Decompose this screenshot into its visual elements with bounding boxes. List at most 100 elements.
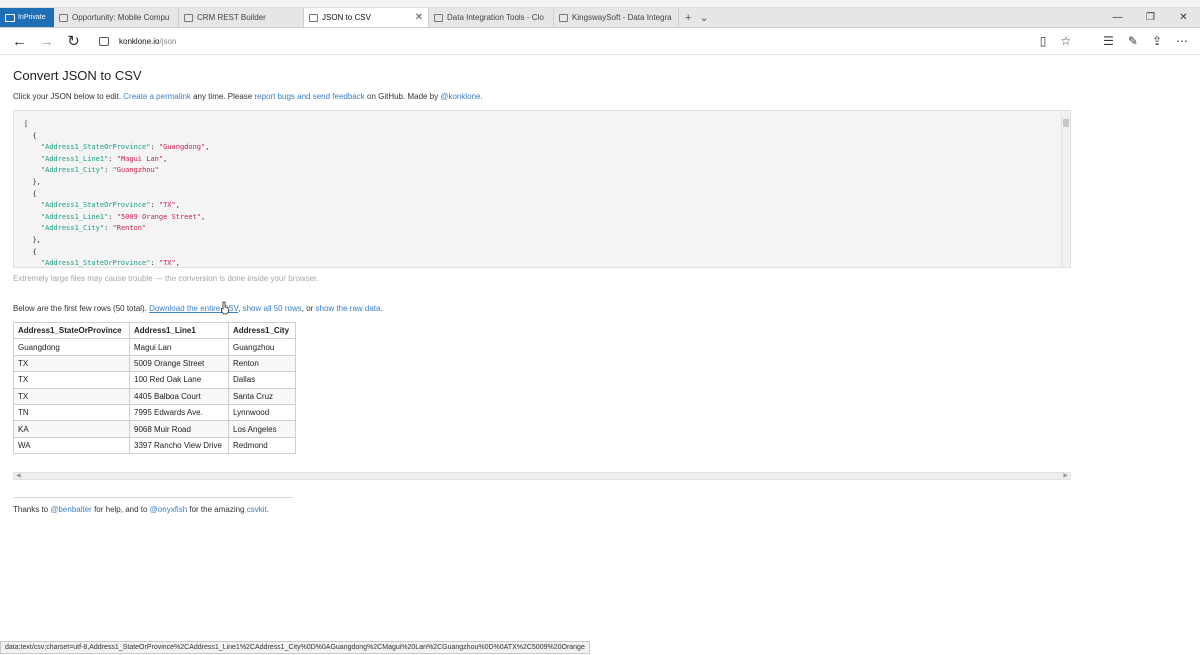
table-cell: 7995 Edwards Ave. — [129, 403, 229, 422]
table-cell: Guangzhou — [228, 338, 296, 356]
json-value: "Renton" — [112, 224, 147, 233]
page-content: Convert JSON to CSV Click your JSON belo… — [13, 55, 1073, 514]
web-note-icon[interactable]: ✎ — [1128, 34, 1138, 48]
editor-scrollbar[interactable] — [1061, 111, 1070, 267]
table-cell: Dallas — [228, 371, 296, 389]
json-value: "5009 Orange Street" — [116, 212, 202, 221]
rows-note-part: , or — [301, 304, 316, 313]
json-token: , — [175, 259, 180, 268]
table-cell: Redmond — [228, 436, 296, 455]
json-token: : — [150, 259, 159, 268]
table-header-row: Address1_StateOrProvince Address1_Line1 … — [13, 321, 296, 340]
code-line: { — [24, 247, 1070, 259]
forward-arrow-icon[interactable]: → — [33, 33, 60, 50]
table-cell: 5009 Orange Street — [129, 354, 229, 373]
table-row: TN 7995 Edwards Ave. Lynnwood — [13, 403, 296, 422]
show-raw-data-link[interactable]: show the raw data — [316, 304, 381, 313]
json-key: "Address1_StateOrProvince" — [40, 259, 151, 268]
tab-opportunity[interactable]: Opportunity: Mobile Compu — [54, 8, 179, 27]
back-arrow-icon[interactable]: ← — [6, 33, 33, 50]
tab-data-integration-tools[interactable]: Data Integration Tools - Clo — [429, 8, 554, 27]
csvkit-link[interactable]: csvkit — [247, 505, 267, 514]
tab-title: CRM REST Builder — [197, 13, 266, 22]
table-cell: 3397 Rancho View Drive — [129, 436, 229, 455]
scroll-left-icon[interactable]: ◀ — [16, 472, 21, 479]
create-permalink-link[interactable]: Create a permalink — [123, 92, 191, 101]
table-cell: TX — [13, 387, 130, 405]
json-editor[interactable]: [ { "Address1_StateOrProvince": "Guangdo… — [13, 110, 1071, 268]
csv-preview-table: Address1_StateOrProvince Address1_Line1 … — [13, 321, 296, 455]
code-line: "Address1_StateOrProvince": "Guangdong", — [24, 142, 1070, 154]
json-token: : — [104, 166, 113, 175]
restore-icon[interactable]: ❐ — [1134, 12, 1167, 23]
json-token: { — [32, 131, 37, 140]
intro-text-part: . — [480, 92, 483, 101]
code-line: }, — [24, 235, 1070, 247]
tab-bar: InPrivate Opportunity: Mobile Compu CRM … — [0, 8, 1200, 28]
address-input[interactable]: konklone.io/json — [119, 37, 1039, 46]
json-token: , — [163, 154, 168, 163]
table-row: TX 5009 Orange Street Renton — [13, 354, 296, 373]
intro-text-part: any time. Please — [190, 92, 255, 101]
link-status-bar: data:text/csv;charset=utf-8,Address1_Sta… — [0, 641, 590, 654]
chevron-down-icon[interactable]: ⌄ — [699, 11, 708, 24]
more-icon[interactable]: ⋯ — [1176, 34, 1188, 48]
tab-crm-rest-builder[interactable]: CRM REST Builder — [179, 8, 304, 27]
tab-title: Data Integration Tools - Clo — [447, 13, 544, 22]
lock-icon — [99, 36, 109, 46]
tab-actions: + ⌄ — [679, 8, 709, 27]
show-all-rows-link[interactable]: show all 50 rows — [243, 304, 302, 313]
json-key: "Address1_Line1" — [40, 212, 109, 221]
inprivate-label: InPrivate — [18, 14, 46, 21]
json-code[interactable]: [ { "Address1_StateOrProvince": "Guangdo… — [14, 111, 1070, 268]
page-icon — [309, 13, 318, 22]
url-host: konklone.io — [119, 36, 160, 46]
reading-view-icon[interactable]: ▯ — [1040, 34, 1047, 48]
json-token: }, — [32, 235, 41, 244]
close-icon[interactable]: ✕ — [415, 12, 423, 23]
column-header: Address1_StateOrProvince — [13, 321, 130, 340]
table-cell: Renton — [228, 354, 296, 373]
favorite-star-icon[interactable]: ☆ — [1060, 34, 1071, 48]
tab-kingswaysoft[interactable]: KingswaySoft - Data Integra — [554, 8, 679, 27]
intro-text-part: Click your JSON below to edit. — [13, 92, 124, 101]
horizontal-scrollbar[interactable]: ◀ ▶ — [13, 472, 1071, 481]
page-icon — [434, 13, 443, 22]
scrollbar-thumb[interactable] — [1063, 119, 1069, 127]
share-icon[interactable]: ⇪ — [1152, 34, 1162, 48]
browser-window: InPrivate Opportunity: Mobile Compu CRM … — [0, 0, 1200, 655]
footer-text: Thanks to @benbalter for help, and to @o… — [13, 505, 1073, 514]
table-cell: Santa Cruz — [228, 387, 296, 405]
close-window-icon[interactable]: ✕ — [1167, 12, 1200, 23]
json-token: : — [104, 224, 113, 233]
hub-icon[interactable]: ☰ — [1103, 34, 1114, 48]
code-line: "Address1_Line1": "5009 Orange Street", — [24, 212, 1070, 224]
author-link[interactable]: @konklone — [440, 92, 480, 101]
json-value: "TX" — [158, 259, 176, 268]
browser-toolbar: ▯ ☆ ☰ ✎ ⇪ ⋯ — [1040, 34, 1200, 48]
report-bugs-link[interactable]: report bugs and send feedback — [254, 92, 364, 101]
table-row: Guangdong Magui Lan Guangzhou — [13, 338, 296, 356]
scroll-right-icon[interactable]: ▶ — [1063, 472, 1068, 479]
tab-json-to-csv[interactable]: JSON to CSV ✕ — [304, 8, 429, 27]
benbalter-link[interactable]: @benbalter — [50, 505, 91, 514]
divider — [13, 497, 293, 499]
onyxfish-link[interactable]: @onyxfish — [150, 505, 187, 514]
minimize-icon[interactable]: — — [1101, 12, 1134, 23]
table-row: KA 9068 Muir Road Los Angeles — [13, 420, 296, 438]
rows-note-part: Below are the first few rows (50 total). — [13, 304, 150, 313]
table-cell: Los Angeles — [228, 420, 296, 438]
table-cell: 4405 Balboa Court — [129, 387, 229, 405]
new-tab-icon[interactable]: + — [685, 12, 691, 24]
table-cell: 100 Red Oak Lane — [129, 371, 229, 389]
table-cell: TX — [13, 371, 130, 389]
json-token: , — [201, 212, 206, 221]
table-cell: Lynnwood — [228, 403, 296, 422]
code-line: [ — [24, 119, 1070, 131]
refresh-icon[interactable]: ↻ — [60, 32, 87, 50]
inprivate-icon — [5, 13, 15, 22]
